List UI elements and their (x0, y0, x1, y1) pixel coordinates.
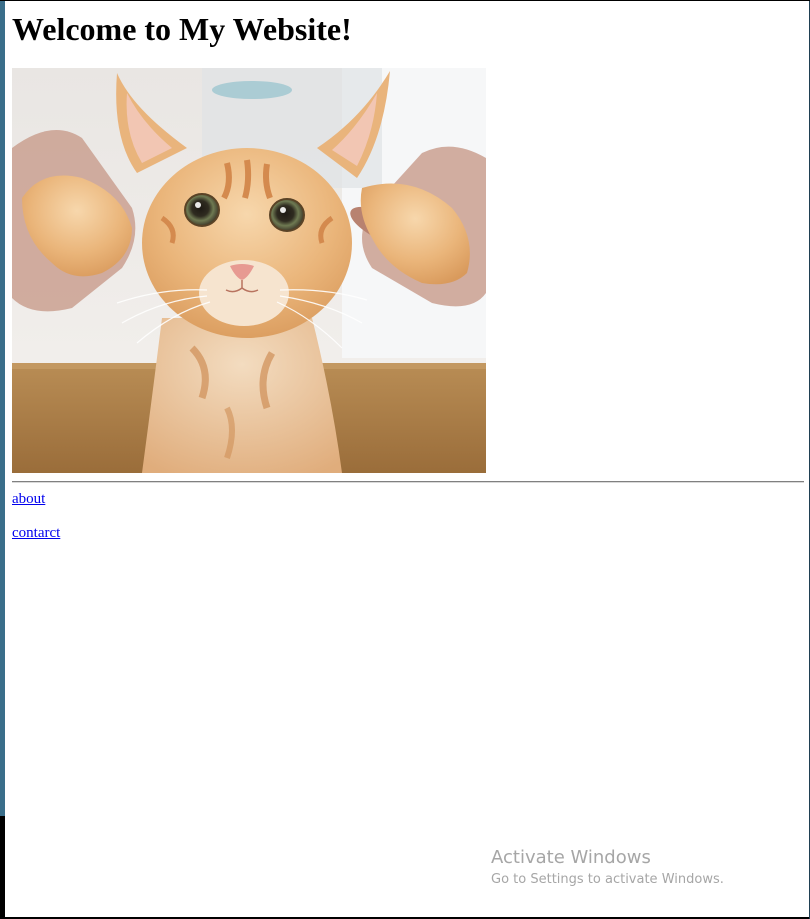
left-window-edge-dark (0, 816, 5, 919)
left-window-edge (0, 1, 5, 919)
activate-windows-watermark: Activate Windows Go to Settings to activ… (491, 846, 724, 890)
watermark-subtitle: Go to Settings to activate Windows. (491, 872, 724, 887)
horizontal-divider (12, 481, 804, 483)
kitten-illustration (12, 68, 486, 473)
kitten-photo (12, 68, 486, 473)
page-title: Welcome to My Website! (12, 11, 352, 47)
watermark-title: Activate Windows (491, 847, 651, 868)
about-link[interactable]: about (12, 491, 45, 508)
page-content: Welcome to My Website! about contarct (12, 1, 804, 541)
browser-viewport: Welcome to My Website! about contarct Ac… (0, 0, 810, 919)
contact-link[interactable]: contarct (12, 525, 60, 542)
